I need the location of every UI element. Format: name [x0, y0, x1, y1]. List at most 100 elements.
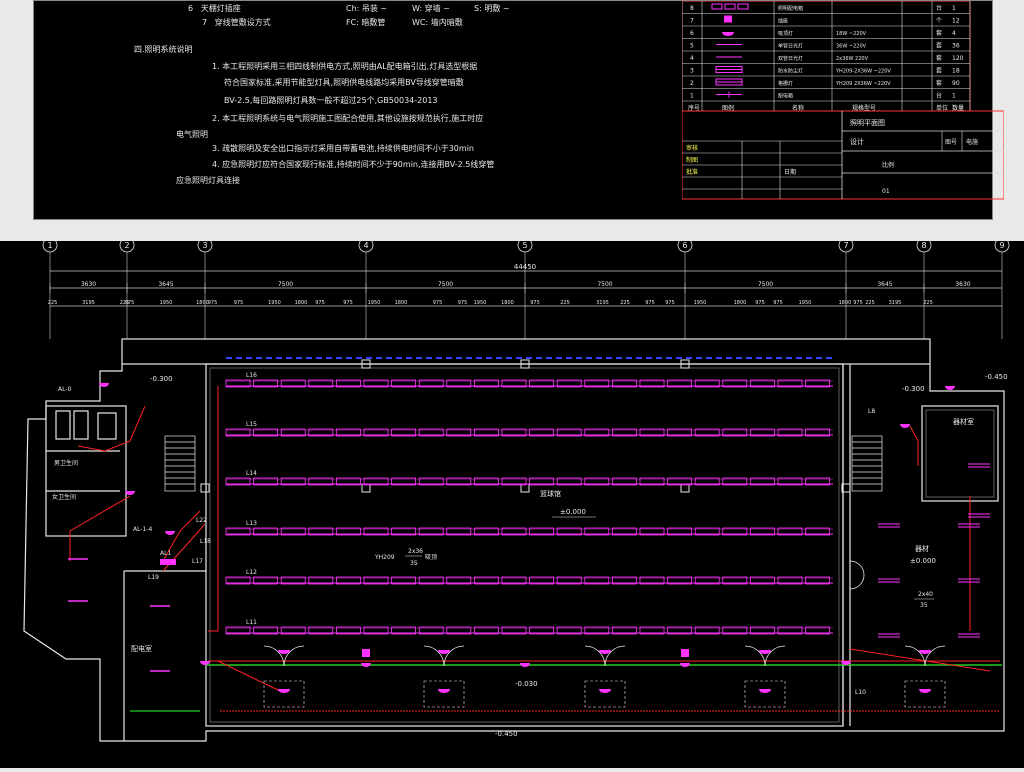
notes-panel: 6 天棚灯插座 Ch: 吊装 ~ W: 穿墙 ~ S: 明敷 ~ 7 穿线管敷设… [134, 1, 694, 201]
dimension-value: 975 [125, 300, 135, 306]
legend-row-spec: 2x36W 220V [836, 56, 869, 62]
legend-symbol [737, 3, 749, 10]
axis-label: 6 [682, 241, 687, 250]
legend-row-unit: 套 [936, 67, 942, 75]
dimension-value: 975 [665, 300, 675, 306]
note-item-6-mid: Ch: 吊装 ~ [346, 4, 388, 13]
legend-row-spec: YH209-2X36W ~220V [835, 69, 891, 75]
total-dimension: 44450 [514, 263, 536, 271]
svg-text:吸顶: 吸顶 [425, 554, 437, 561]
dimension-value: 1950 [474, 300, 487, 306]
dimension-value: 975 [433, 300, 443, 306]
small-circuit-l22: L22 [196, 517, 207, 524]
circuit-label: L12 [246, 569, 257, 576]
panel-label-al0: AL-0 [58, 386, 72, 393]
note-line-3: BV-2.5,每回路照明灯具数一般不超过25个,GB50034-2013 [224, 96, 438, 105]
legend-row-name: 格栅灯 [778, 80, 793, 87]
legend-row-num: 2 [690, 80, 694, 87]
note-item-7-mid: FC: 暗敷管 [346, 18, 386, 27]
door-swing [283, 645, 305, 667]
door-swing [584, 645, 606, 667]
svg-text:35: 35 [410, 560, 418, 567]
legend-row-num: 7 [690, 18, 694, 25]
dimension-value: 975 [645, 300, 655, 306]
axis-label: 2 [124, 241, 129, 250]
note-line-6: 3. 疏散照明及安全出口指示灯采用自带蓄电池,持续供电时间不小于30min [212, 144, 474, 153]
dimension-value: 225 [620, 300, 630, 306]
room-elevation-right: ±0.000 [910, 557, 936, 565]
elevation-markers: -0.300 -0.300 -0.450 -0.030 -0.450 [150, 373, 1008, 738]
legend-row-qty: 12 [952, 18, 960, 25]
legend-symbol [722, 32, 734, 36]
door-swing [604, 645, 626, 667]
room-label-main-hall: 篮球馆 [540, 489, 561, 498]
legend-row-unit: 个 [936, 18, 942, 25]
dimension-value: 975 [530, 300, 540, 306]
legend-row-spec: 18W ~220V [836, 31, 867, 37]
bottom-circuit-label: L10 [855, 689, 866, 696]
dimension-value: 1950 [799, 300, 812, 306]
dimension-value: 1800 [395, 300, 408, 306]
distribution-panel-al1 [160, 559, 176, 565]
dimension-value: 975 [343, 300, 353, 306]
legend-row-name: 配电箱 [778, 93, 793, 100]
fixture-rows [225, 379, 833, 635]
dimension-value: 225 [48, 300, 58, 306]
door-swing [764, 645, 786, 667]
dimension-row-2: 225 3195 225975 1950 1800975 975 1950 1800 975 97… [48, 300, 933, 306]
title-block-date: 日期 [784, 168, 796, 176]
door-swing [263, 645, 285, 667]
room-label-office: 配电室 [131, 644, 152, 653]
exit-light [599, 689, 611, 693]
circuit-label: L11 [246, 619, 257, 626]
exit-light [759, 689, 771, 693]
legend-symbol [711, 3, 723, 10]
floor-plan-sheet: 1 2 3 4 5 6 7 8 9 44450 3630 3645 7500 7500 7500 7500… [0, 237, 1024, 768]
elevation-right-top: -0.300 [902, 385, 925, 393]
note-item-7: 7 穿线管敷设方式 [202, 18, 271, 27]
circuit-label: L16 [246, 372, 257, 379]
legend-row-name: 吸顶灯 [778, 30, 793, 37]
title-block-draw: 制图 [686, 156, 698, 164]
wall-light-symbols [99, 383, 955, 667]
dimension-value: 7500 [597, 281, 612, 288]
title-block-page: 01 [882, 188, 890, 195]
door-opening [584, 680, 626, 708]
axis-label: 3 [202, 241, 207, 250]
legend-row-unit: 台 [936, 92, 942, 100]
dimension-value: 3630 [81, 281, 96, 288]
legend-row-num: 3 [690, 68, 694, 75]
small-circuit-l17: L17 [192, 558, 203, 565]
elevation-left-top: -0.300 [150, 375, 173, 383]
door-swing [423, 645, 445, 667]
legend-row-name: 单管日光灯 [778, 43, 803, 50]
dimension-value: 1800 [501, 300, 514, 306]
circuit-label: L15 [246, 421, 257, 428]
dimension-value: 7500 [278, 281, 293, 288]
legend-grid: 8 照明配电箱台 17 插座个 126 吸顶灯 18W ~220V 套 45 单管日光灯 36W ~… [681, 0, 1005, 200]
panel-label-al1: AL1 [160, 550, 171, 557]
panel-label-al14: AL-1-4 [133, 526, 152, 533]
note-line-8: 应急照明灯具连接 [176, 176, 240, 185]
door-swing [849, 574, 865, 590]
legend-row-qty: 120 [952, 55, 964, 62]
title-block-check: 审核 [686, 144, 698, 152]
dimension-value: 7500 [758, 281, 773, 288]
legend-table: 8 照明配电箱台 1 7 插座个 12 6 吸顶灯 18W ~220V 套 4 5 单管日光灯 36W ~… [681, 0, 1005, 201]
socket-symbol [681, 649, 689, 657]
staircase-left [164, 435, 196, 492]
dimension-value: 7500 [438, 281, 453, 288]
door-opening [744, 680, 786, 708]
legend-row-unit: 台 [936, 4, 942, 12]
dimension-value: 975 [853, 300, 863, 306]
note-item-7-right: WC: 墙内暗敷 [412, 18, 463, 27]
note-item-6-far: S: 明敷 ~ [474, 4, 510, 13]
exit-light [438, 689, 450, 693]
exit-light [919, 689, 931, 693]
axis-label: 5 [522, 241, 527, 250]
dimension-value: 225 [923, 300, 933, 306]
note-line-5: 电气照明 [176, 130, 208, 139]
room-label-wc-female: 女卫生间 [52, 493, 76, 501]
hall-fixture-note: YH209 2x36 35 吸顶 [374, 548, 437, 567]
legend-symbol [724, 3, 736, 10]
